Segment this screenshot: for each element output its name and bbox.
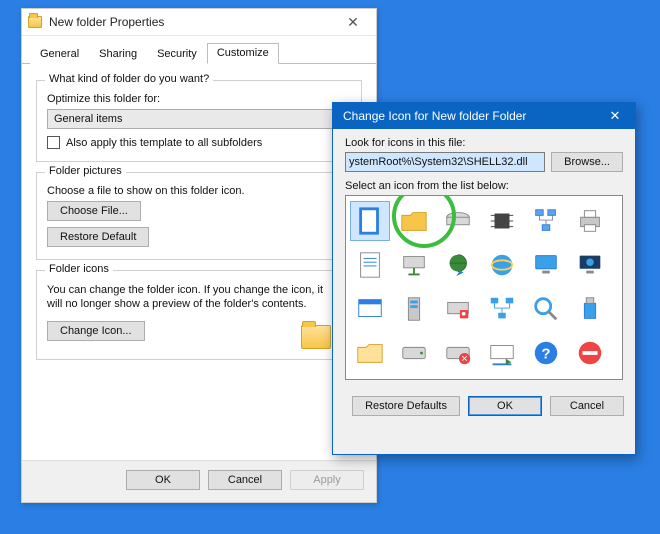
icon-option-folder-alt[interactable] <box>351 334 389 372</box>
group-folder-pictures-legend: Folder pictures <box>45 165 126 177</box>
optimize-select-value: General items <box>54 113 122 125</box>
restore-default-button[interactable]: Restore Default <box>47 227 149 247</box>
icon-option-locked-drive[interactable] <box>439 290 477 328</box>
icon-option-help[interactable]: ? <box>527 334 565 372</box>
icon-option-monitor[interactable] <box>527 246 565 284</box>
icon-option-server[interactable] <box>395 290 433 328</box>
icon-option-search[interactable] <box>527 290 565 328</box>
folder-icon <box>28 16 42 28</box>
icon-option-internet[interactable] <box>483 246 521 284</box>
change-icon-title: Change Icon for New folder Folder <box>343 109 595 123</box>
group-folder-icons: Folder icons You can change the folder i… <box>36 270 362 360</box>
icon-option-printer[interactable] <box>571 202 609 240</box>
icon-option-display-settings[interactable] <box>571 246 609 284</box>
restore-defaults-button[interactable]: Restore Defaults <box>352 396 460 416</box>
icon-option-text-doc[interactable] <box>351 246 389 284</box>
icon-option-folder[interactable] <box>395 202 433 240</box>
icon-list[interactable]: ✕ ? <box>345 195 623 380</box>
icon-option-stop[interactable] <box>571 334 609 372</box>
properties-tabstrip: General Sharing Security Customize <box>22 36 376 64</box>
icon-option-hdd-error[interactable]: ✕ <box>439 334 477 372</box>
folder-pictures-desc: Choose a file to show on this folder ico… <box>47 185 351 197</box>
icon-option-network[interactable] <box>483 290 521 328</box>
icon-file-path-input[interactable] <box>345 152 545 172</box>
properties-cancel-button[interactable]: Cancel <box>208 470 282 490</box>
change-icon-footer: Restore Defaults OK Cancel <box>333 388 635 427</box>
browse-button[interactable]: Browse... <box>551 152 623 172</box>
icon-option-network-drive[interactable] <box>395 246 433 284</box>
optimize-label: Optimize this folder for: <box>47 93 351 105</box>
folder-icons-desc: You can change the folder icon. If you c… <box>47 283 337 311</box>
apply-subfolders-label: Also apply this template to all subfolde… <box>66 137 262 149</box>
svg-text:?: ? <box>541 346 550 363</box>
current-folder-icon-preview <box>301 325 331 349</box>
group-what-kind-legend: What kind of folder do you want? <box>45 73 213 85</box>
group-what-kind: What kind of folder do you want? Optimiz… <box>36 80 362 162</box>
icon-option-drive[interactable] <box>439 202 477 240</box>
group-folder-pictures: Folder pictures Choose a file to show on… <box>36 172 362 260</box>
group-folder-icons-legend: Folder icons <box>45 263 113 275</box>
tab-customize[interactable]: Customize <box>207 43 279 64</box>
icon-option-window[interactable] <box>351 290 389 328</box>
change-icon-button[interactable]: Change Icon... <box>47 321 145 341</box>
properties-apply-button[interactable]: Apply <box>290 470 364 490</box>
tab-sharing[interactable]: Sharing <box>89 44 147 64</box>
apply-subfolders-checkbox[interactable] <box>47 136 60 149</box>
change-icon-titlebar: Change Icon for New folder Folder ✕ <box>333 103 635 129</box>
properties-window: New folder Properties ✕ General Sharing … <box>21 8 377 503</box>
change-icon-dialog: Change Icon for New folder Folder ✕ Look… <box>332 102 636 455</box>
icon-option-hdd[interactable] <box>395 334 433 372</box>
icon-option-usb[interactable] <box>571 290 609 328</box>
icon-option-tree[interactable] <box>527 202 565 240</box>
tab-general[interactable]: General <box>30 44 89 64</box>
icon-option-run[interactable] <box>483 334 521 372</box>
change-icon-cancel-button[interactable]: Cancel <box>550 396 624 416</box>
properties-titlebar: New folder Properties ✕ <box>22 9 376 36</box>
properties-footer: OK Cancel Apply <box>22 460 376 502</box>
properties-body: What kind of folder do you want? Optimiz… <box>22 64 376 370</box>
choose-file-button[interactable]: Choose File... <box>47 201 141 221</box>
change-icon-ok-button[interactable]: OK <box>468 396 542 416</box>
properties-title: New folder Properties <box>49 15 329 29</box>
svg-text:✕: ✕ <box>461 353 468 363</box>
change-icon-body: Look for icons in this file: Browse... S… <box>333 129 635 388</box>
icon-option-globe-arrow[interactable] <box>439 246 477 284</box>
properties-ok-button[interactable]: OK <box>126 470 200 490</box>
icon-option-chip[interactable] <box>483 202 521 240</box>
properties-close-button[interactable]: ✕ <box>336 14 370 31</box>
look-for-label: Look for icons in this file: <box>345 137 623 149</box>
change-icon-close-button[interactable]: ✕ <box>595 103 635 129</box>
tab-security[interactable]: Security <box>147 44 207 64</box>
select-icon-label: Select an icon from the list below: <box>345 180 623 192</box>
icon-option-blank-file[interactable] <box>351 202 389 240</box>
optimize-select[interactable]: General items <box>47 109 351 129</box>
